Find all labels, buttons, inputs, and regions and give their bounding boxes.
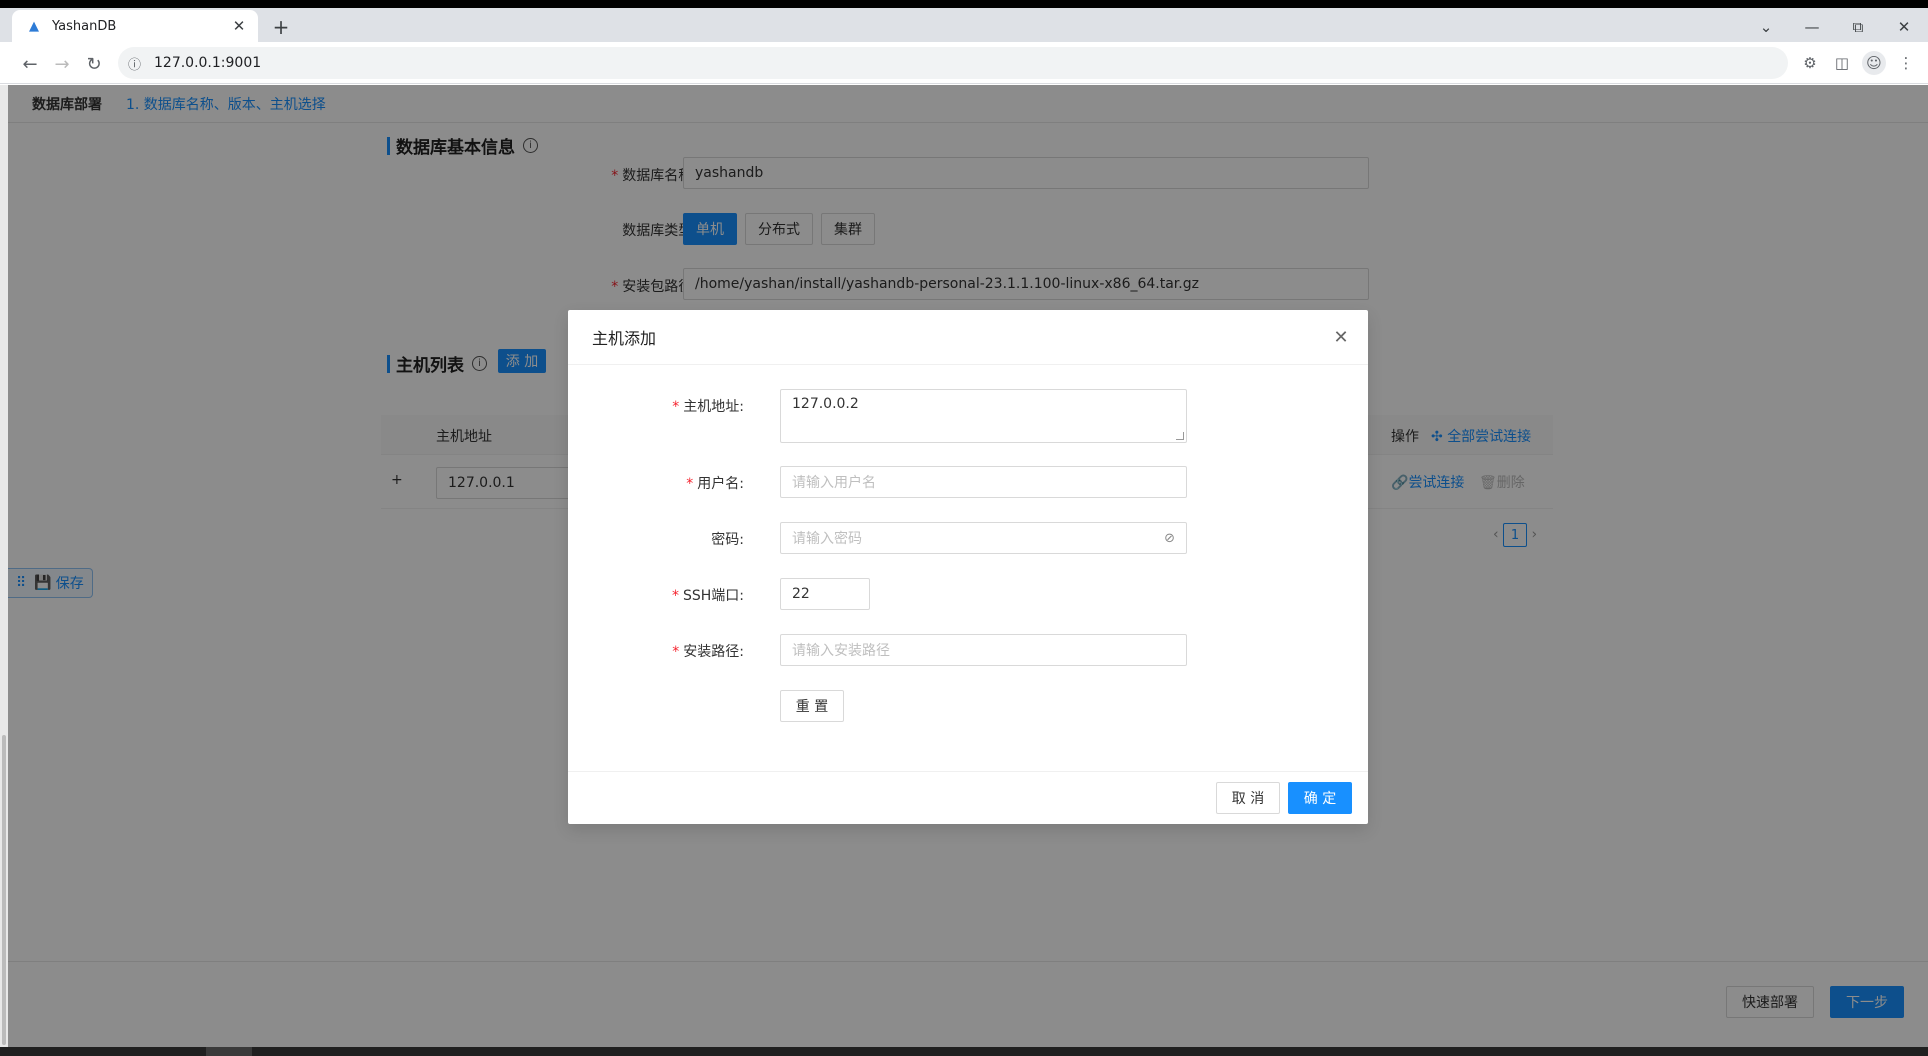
browser-menu-icon[interactable]: ⋮ — [1894, 51, 1918, 75]
address-bar[interactable]: ⓘ 127.0.0.1:9001 — [118, 47, 1788, 79]
modal-close-icon[interactable]: ✕ — [1330, 326, 1352, 348]
minimize-icon[interactable]: — — [1790, 14, 1834, 40]
browser-toolbar: ← → ↻ ⓘ 127.0.0.1:9001 ⚙ ◫ ☺ ⋮ — [0, 42, 1928, 84]
tab-close-icon[interactable]: ✕ — [230, 17, 248, 35]
yashandb-favicon-icon: ▲ — [29, 18, 39, 34]
install-path-placeholder: 请输入安装路径 — [792, 643, 890, 659]
side-panel-icon[interactable]: ◫ — [1830, 51, 1854, 75]
forward-icon[interactable]: → — [48, 50, 76, 78]
back-icon[interactable]: ← — [16, 50, 44, 78]
host-address-label: * 主机地址: — [672, 399, 744, 415]
password-label: 密码: — [711, 532, 744, 548]
os-taskbar — [0, 1047, 1928, 1056]
install-path-label: * 安装路径: — [672, 644, 744, 660]
username-label: * 用户名: — [686, 476, 744, 492]
username-placeholder: 请输入用户名 — [792, 475, 876, 491]
site-info-icon[interactable]: ⓘ — [128, 54, 144, 73]
ssh-port-input[interactable]: 22 — [780, 578, 870, 610]
host-address-value: 127.0.0.2 — [792, 396, 859, 412]
host-add-modal: 主机添加 ✕ * 主机地址: 127.0.0.2 * 用户名: 请输入用户名 密码:… — [568, 310, 1368, 824]
taskbar-item[interactable] — [206, 1047, 252, 1056]
cancel-button[interactable]: 取 消 — [1216, 782, 1280, 814]
reset-button[interactable]: 重 置 — [780, 690, 844, 722]
ssh-port-label: * SSH端口: — [671, 588, 744, 604]
host-address-textarea[interactable]: 127.0.0.2 — [780, 389, 1187, 443]
browser-tab[interactable]: ▲ YashanDB ✕ — [12, 10, 258, 42]
install-path-input[interactable]: 请输入安装路径 — [780, 634, 1187, 666]
tab-search-icon[interactable]: ⌄ — [1744, 14, 1788, 40]
browser-tabstrip: ▲ YashanDB ✕ + ⌄ — ⧉ ✕ — [0, 8, 1928, 42]
confirm-button[interactable]: 确 定 — [1288, 782, 1352, 814]
reload-icon[interactable]: ↻ — [80, 50, 108, 78]
modal-title: 主机添加 — [568, 310, 1368, 365]
profile-avatar-icon[interactable]: ☺ — [1862, 51, 1886, 75]
extensions-icon[interactable]: ⚙ — [1798, 51, 1822, 75]
page-left-scroll-strip — [0, 85, 8, 1047]
modal-footer: 取 消 确 定 — [568, 771, 1368, 824]
os-top-edge — [0, 0, 1928, 8]
address-url: 127.0.0.1:9001 — [154, 55, 262, 71]
scrollbar-thumb[interactable] — [2, 735, 6, 1045]
password-input[interactable]: 请输入密码 ⊘ — [780, 522, 1187, 554]
window-close-icon[interactable]: ✕ — [1882, 14, 1926, 40]
resize-grip-icon[interactable] — [1176, 432, 1184, 440]
restore-icon[interactable]: ⧉ — [1836, 14, 1880, 40]
username-input[interactable]: 请输入用户名 — [780, 466, 1187, 498]
eye-invisible-icon[interactable]: ⊘ — [1164, 531, 1175, 546]
new-tab-icon[interactable]: + — [268, 14, 294, 40]
password-placeholder: 请输入密码 — [792, 531, 862, 547]
tab-title: YashanDB — [52, 18, 117, 34]
